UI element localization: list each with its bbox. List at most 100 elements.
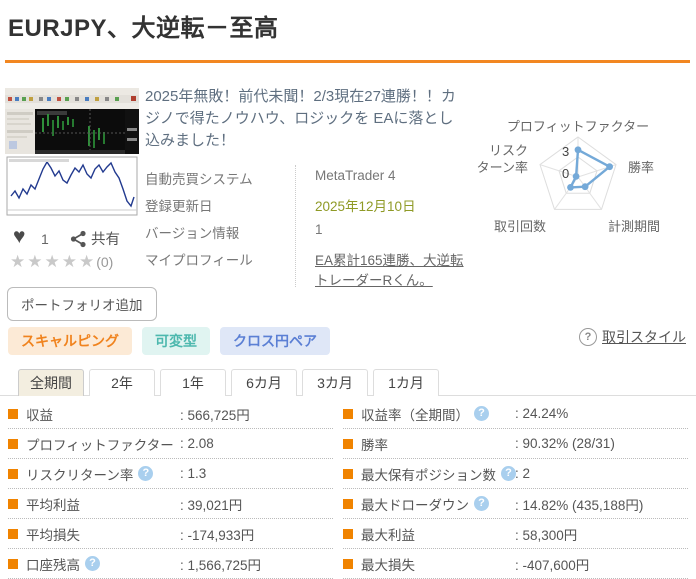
trade-style-link-label: 取引スタイル bbox=[602, 327, 686, 347]
stat-row-risk-return: リスクリターン率 ? : 1.3 bbox=[8, 459, 333, 489]
info-value: EA累計165連勝、大逆転トレーダーRくん。 bbox=[297, 244, 475, 289]
info-label: バージョン情報 bbox=[145, 217, 297, 242]
stat-row-win-rate: 勝率 : 90.32% (28/31) bbox=[343, 429, 688, 459]
info-row: バージョン情報 1 bbox=[145, 217, 475, 244]
stat-label: 口座残高 bbox=[26, 554, 80, 574]
help-icon[interactable]: ? bbox=[474, 496, 489, 511]
info-value-update-date: 2025年12月10日 bbox=[297, 190, 475, 215]
stat-value: : 1.3 bbox=[180, 466, 206, 481]
stat-value: : 39,021円 bbox=[180, 494, 242, 514]
stat-row-profit: 収益 : 566,725円 bbox=[8, 399, 333, 429]
help-icon[interactable]: ? bbox=[474, 406, 489, 421]
stat-label: 最大利益 bbox=[361, 524, 415, 544]
radar-tick-min: 0 bbox=[562, 166, 569, 181]
tag-cross-yen-pair[interactable]: クロス円ペア bbox=[220, 327, 330, 355]
stat-label: 勝率 bbox=[361, 434, 388, 454]
help-icon[interactable]: ? bbox=[501, 466, 516, 481]
stat-value: : 24.24% bbox=[515, 406, 568, 421]
stat-label: 収益 bbox=[26, 404, 53, 424]
share-label: 共有 bbox=[91, 228, 120, 249]
stat-value: : -174,933円 bbox=[180, 524, 254, 544]
stat-bullet-icon bbox=[8, 409, 18, 419]
stat-row-max-profit: 最大利益 : 58,300円 bbox=[343, 519, 688, 549]
info-value: MetaTrader 4 bbox=[297, 163, 475, 183]
stat-label: 平均利益 bbox=[26, 494, 80, 514]
stat-label: 最大保有ポジション数 bbox=[361, 464, 496, 484]
tag-scalping[interactable]: スキャルピング bbox=[8, 327, 132, 355]
stat-value: : 566,725円 bbox=[180, 404, 250, 424]
tag-variable-lot[interactable]: 可変型 bbox=[142, 327, 210, 355]
stat-row-avg-profit: 平均利益 : 39,021円 bbox=[8, 489, 333, 519]
radar-chart: プロフィットファクター 勝率 リスク ターン率 取引回数 計測期間 3 0 bbox=[470, 95, 696, 245]
radar-axis-label-trade-count: 取引回数 bbox=[494, 216, 546, 235]
help-icon[interactable]: ? bbox=[85, 556, 100, 571]
stat-row-return-rate: 収益率（全期間） ? : 24.24% bbox=[343, 399, 688, 429]
stat-value: : 90.32% (28/31) bbox=[515, 436, 615, 451]
share-button[interactable]: 共有 bbox=[70, 228, 120, 249]
stat-bullet-icon bbox=[8, 529, 18, 539]
period-tabbar: 全期間 2年 1年 6カ月 3カ月 1カ月 bbox=[18, 369, 439, 396]
stat-label: プロフィットファクター bbox=[26, 434, 174, 454]
stat-value: : 2 bbox=[515, 466, 530, 481]
stat-value: : 14.82% (435,188円) bbox=[515, 494, 643, 514]
tab-1year[interactable]: 1年 bbox=[160, 369, 226, 396]
stat-row-max-loss: 最大損失 : -407,600円 bbox=[343, 549, 688, 579]
info-row: 自動売買システム MetaTrader 4 bbox=[145, 163, 475, 190]
stat-label: 最大ドローダウン bbox=[361, 494, 469, 514]
radar-axis-label-period: 計測期間 bbox=[608, 216, 660, 235]
question-icon: ? bbox=[579, 328, 597, 346]
stat-bullet-icon bbox=[8, 469, 18, 479]
stat-bullet-icon bbox=[343, 499, 353, 509]
info-label: 自動売買システム bbox=[145, 163, 297, 188]
info-row: マイプロフィール EA累計165連勝、大逆転トレーダーRくん。 bbox=[145, 244, 475, 289]
stats-column-right: 収益率（全期間） ? : 24.24% 勝率 : 90.32% (28/31) … bbox=[343, 399, 688, 579]
title-underline bbox=[5, 60, 690, 63]
stat-row-profit-factor: プロフィットファクター : 2.08 bbox=[8, 429, 333, 459]
profile-link[interactable]: EA累計165連勝、大逆転トレーダーRくん。 bbox=[315, 253, 464, 288]
stat-row-balance: 口座残高 ? : 1,566,725円 bbox=[8, 549, 333, 579]
stat-bullet-icon bbox=[8, 439, 18, 449]
stat-value: : 2.08 bbox=[180, 436, 214, 451]
trade-style-help-link[interactable]: ? 取引スタイル bbox=[579, 327, 686, 347]
product-description: 2025年無敗！前代未聞！2/3現在27連勝！！カジノで得たノウハウ、ロジックを… bbox=[145, 86, 467, 151]
share-icon bbox=[70, 230, 87, 248]
info-divider bbox=[295, 165, 296, 287]
like-button[interactable]: ♥ bbox=[13, 226, 25, 248]
heart-icon: ♥ bbox=[13, 225, 25, 248]
star-icons: ★★★★★ bbox=[10, 252, 96, 271]
stat-row-max-positions: 最大保有ポジション数 ? : 2 bbox=[343, 459, 688, 489]
info-label: マイプロフィール bbox=[145, 244, 297, 269]
mt4-screenshot-image bbox=[5, 88, 139, 222]
stat-label: 最大損失 bbox=[361, 554, 415, 574]
rating-stars: ★★★★★(0) bbox=[10, 252, 113, 272]
stat-bullet-icon bbox=[8, 499, 18, 509]
product-thumbnail[interactable] bbox=[5, 88, 139, 222]
stat-row-avg-loss: 平均損失 : -174,933円 bbox=[8, 519, 333, 549]
tab-6month[interactable]: 6カ月 bbox=[231, 369, 297, 396]
stat-bullet-icon bbox=[343, 529, 353, 539]
tab-1month[interactable]: 1カ月 bbox=[373, 369, 439, 396]
stat-label: リスクリターン率 bbox=[26, 464, 133, 484]
stat-bullet-icon bbox=[343, 559, 353, 569]
info-value: 1 bbox=[297, 217, 475, 237]
radar-axis-label-profit-factor: プロフィットファクター bbox=[470, 116, 686, 135]
stat-bullet-icon bbox=[343, 409, 353, 419]
stat-label: 平均損失 bbox=[26, 524, 80, 544]
tag-list: スキャルピング 可変型 クロス円ペア bbox=[8, 327, 330, 355]
stat-bullet-icon bbox=[8, 559, 18, 569]
product-info-table: 自動売買システム MetaTrader 4 登録更新日 2025年12月10日 … bbox=[145, 163, 475, 289]
stat-value: : -407,600円 bbox=[515, 554, 589, 574]
radar-tick-max: 3 bbox=[562, 144, 569, 159]
tab-2year[interactable]: 2年 bbox=[89, 369, 155, 396]
stats-column-left: 収益 : 566,725円 プロフィットファクター : 2.08 リスクリターン… bbox=[8, 399, 333, 579]
stat-label: 収益率（全期間） bbox=[361, 404, 469, 424]
help-icon[interactable]: ? bbox=[138, 466, 153, 481]
info-row: 登録更新日 2025年12月10日 bbox=[145, 190, 475, 217]
tab-all-period[interactable]: 全期間 bbox=[18, 369, 84, 396]
stat-bullet-icon bbox=[343, 469, 353, 479]
page-title: EURJPY、大逆転－至高 bbox=[8, 8, 279, 43]
stat-value: : 1,566,725円 bbox=[180, 554, 261, 574]
tab-3month[interactable]: 3カ月 bbox=[302, 369, 368, 396]
info-label: 登録更新日 bbox=[145, 190, 297, 215]
portfolio-add-button[interactable]: ポートフォリオ追加 bbox=[7, 287, 157, 321]
